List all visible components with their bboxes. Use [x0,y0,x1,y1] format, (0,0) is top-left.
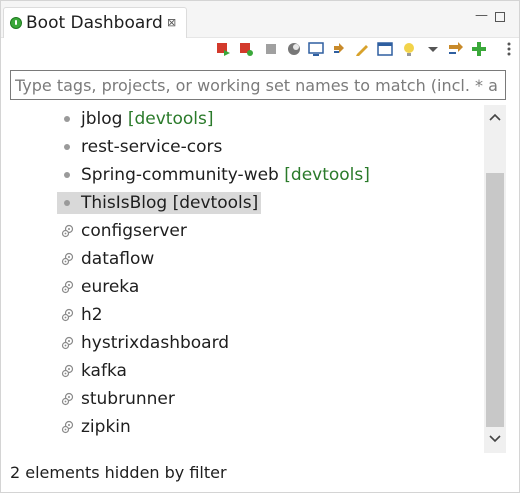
maximize-icon[interactable] [495,12,505,22]
lightbulb-icon[interactable] [401,41,417,57]
console-icon[interactable] [308,41,324,57]
devtools-tag: [devtools] [284,165,370,185]
tree-item[interactable]: kafka [1,357,483,385]
tree-item-label: rest-service-cors [81,136,222,158]
tree-item-label: ThisIsBlog [devtools] [57,192,262,214]
tree-item[interactable]: configserver [1,217,483,245]
tree-item-label: jblog [devtools] [81,108,213,130]
app-name: configserver [81,221,187,241]
tree-item[interactable]: zipkin [1,413,483,441]
app-name: zipkin [81,417,131,437]
scroll-down-icon[interactable] [484,427,506,453]
tree-item-label: Spring-community-web [devtools] [81,164,370,186]
view-title: Boot Dashboard [26,13,163,33]
app-tree: jblog [devtools] rest-service-cors Spring-… [1,105,483,455]
app-name: stubrunner [81,389,175,409]
status-dot-icon [64,116,70,122]
gear-icon [61,335,75,350]
gear-icon [61,307,75,322]
tree-item-label: eureka [81,276,139,298]
tree-item[interactable]: dataflow [1,245,483,273]
tree-item[interactable]: h2 [1,301,483,329]
tab-boot-dashboard[interactable]: Boot Dashboard ⊠ [3,7,187,38]
gear-icon [61,419,75,434]
tree-item[interactable]: eureka [1,273,483,301]
app-name: h2 [81,305,103,325]
tree-item-label: kafka [81,360,127,382]
status-dot-icon [64,200,70,206]
tree-item-label: configserver [81,220,187,242]
add-icon[interactable] [471,41,487,57]
filter-input[interactable] [10,70,506,100]
tree-item[interactable]: rest-service-cors [1,133,483,161]
tree-item[interactable]: Spring-community-web [devtools] [1,161,483,189]
menu-dropdown-icon[interactable] [425,41,441,57]
boot-dashboard-view: Boot Dashboard ⊠ — jblog [devtools] rest-… [0,0,520,493]
filter-status: 2 elements hidden by filter [10,463,227,482]
filter-icon[interactable] [448,41,464,57]
gear-icon [61,279,75,294]
gear-icon [61,223,75,238]
refresh-icon[interactable] [286,41,302,57]
edit-icon[interactable] [354,41,370,57]
scroll-up-icon[interactable] [484,105,506,131]
tree-item[interactable]: stubrunner [1,385,483,413]
app-name: eureka [81,277,140,297]
vertical-scrollbar[interactable] [484,105,506,453]
tree-item-label: dataflow [81,248,154,270]
close-icon[interactable]: ⊠ [167,16,176,29]
tree-item-label: hystrixdashboard [81,332,229,354]
more-icon[interactable] [501,41,517,57]
view-tab-bar: Boot Dashboard ⊠ — [1,1,519,38]
devtools-tag: [devtools] [127,109,214,129]
app-name: ThisIsBlog [devtools] [81,193,259,213]
app-name: rest-service-cors [81,137,223,157]
status-dot-icon [64,144,70,150]
gear-icon [61,391,75,406]
scrollbar-thumb[interactable] [486,173,504,427]
app-name: jblog [81,109,123,129]
dashboard-toolbar [1,38,519,60]
app-name: Spring-community-web [81,165,279,185]
tree-item[interactable]: hystrixdashboard [1,329,483,357]
start-icon[interactable] [215,41,231,57]
stop-icon[interactable] [263,41,279,57]
debug-icon[interactable] [238,41,254,57]
gear-icon [61,251,75,266]
gear-icon [61,363,75,378]
app-name: hystrixdashboard [81,333,230,353]
tree-item-label: stubrunner [81,388,175,410]
tree-item[interactable]: ThisIsBlog [devtools] [1,189,483,217]
link-icon[interactable] [331,41,347,57]
tree-item-label: h2 [81,304,103,326]
properties-icon[interactable] [377,41,393,57]
tree-item[interactable]: jblog [devtools] [1,105,483,133]
minimize-icon[interactable]: — [475,9,488,23]
app-name: dataflow [81,249,155,269]
tree-item-label: zipkin [81,416,131,438]
app-name: kafka [81,361,127,381]
status-dot-icon [64,172,70,178]
spring-boot-icon [10,17,22,29]
